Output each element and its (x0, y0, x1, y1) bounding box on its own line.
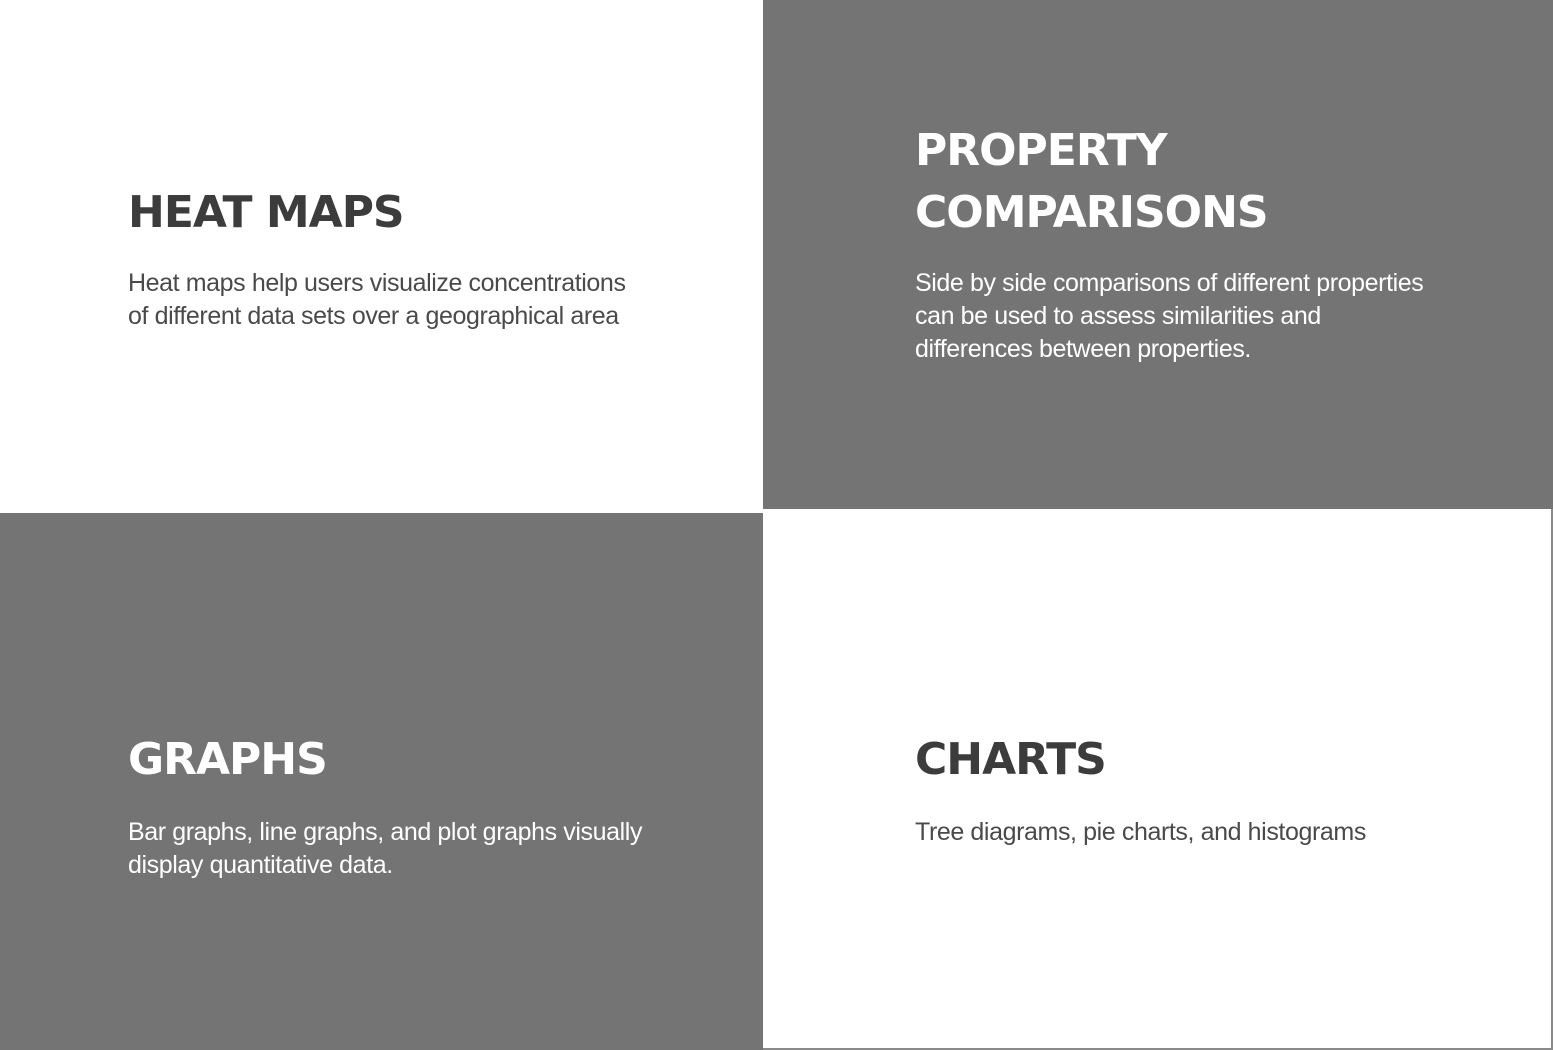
graphs-panel: GRAPHS Bar graphs, line graphs, and plot… (0, 513, 763, 1050)
charts-title: CHARTS (915, 734, 1107, 785)
charts-description: Tree diagrams, pie charts, and histogram… (915, 818, 1366, 846)
heat-maps-title: HEAT MAPS (128, 187, 405, 238)
charts-panel: CHARTS Tree diagrams, pie charts, and hi… (763, 509, 1553, 1050)
property-comparisons-description: Side by side comparisons of different pr… (915, 269, 1424, 363)
graphs-description: Bar graphs, line graphs, and plot graphs… (128, 818, 643, 879)
property-comparisons-panel: PROPERTY COMPARISONS Side by side compar… (763, 0, 1553, 509)
graphs-title: GRAPHS (128, 734, 328, 785)
property-comparisons-title: PROPERTY COMPARISONS (915, 125, 1269, 238)
heat-maps-description: Heat maps help users visualize concentra… (128, 269, 626, 330)
heat-maps-panel: HEAT MAPS Heat maps help users visualize… (0, 0, 763, 513)
